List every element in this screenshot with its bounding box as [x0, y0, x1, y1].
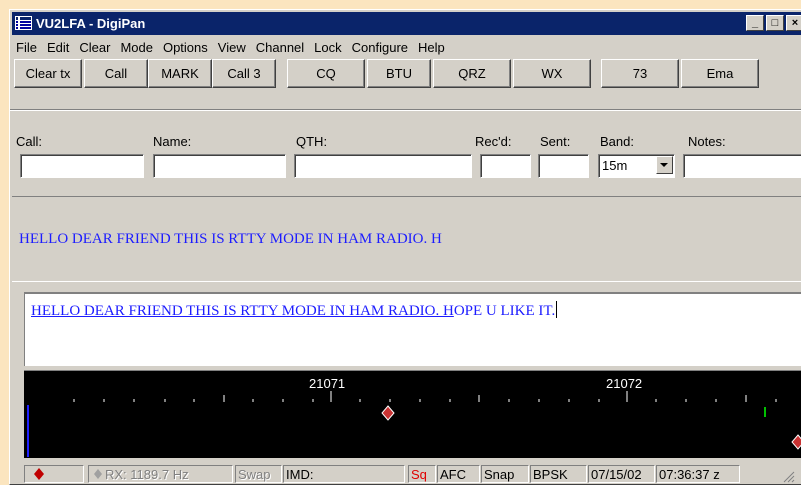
sent-field[interactable]: [538, 154, 589, 178]
notes-label: Notes:: [688, 134, 726, 149]
transmit-pending-text: OPE U LIKE IT.: [453, 303, 556, 319]
receive-pane[interactable]: HELLO DEAR FRIEND THIS IS RTTY MODE IN H…: [12, 196, 801, 282]
qth-label: QTH:: [296, 134, 328, 149]
band-select[interactable]: 15m: [598, 154, 675, 178]
call-button[interactable]: Call: [84, 59, 148, 88]
freq-label-21072: 21072: [606, 376, 642, 391]
sent-label: Sent:: [540, 134, 571, 149]
band-select-value: 15m: [602, 158, 628, 173]
menu-view[interactable]: View: [213, 37, 251, 58]
menu-edit[interactable]: Edit: [42, 37, 74, 58]
afc-toggle[interactable]: AFC: [437, 465, 480, 483]
mode-indicator[interactable]: BPSK: [530, 465, 587, 483]
name-label: Name:: [153, 134, 192, 149]
wx-button[interactable]: WX: [513, 59, 591, 88]
menu-file[interactable]: File: [12, 37, 42, 58]
macro-toolbar: Clear tx Call MARK Call 3 CQ BTU QRZ WX …: [14, 59, 801, 91]
band-label: Band:: [600, 134, 634, 149]
call-3-button[interactable]: Call 3: [212, 59, 276, 88]
status-bar: RX: 1189.7 Hz Swap IMD: Sq AFC Snap BPSK…: [24, 463, 801, 484]
rx-frequency-text: RX: 1189.7 Hz: [105, 467, 189, 482]
name-field[interactable]: [153, 154, 286, 178]
clear-tx-button[interactable]: Clear tx: [14, 59, 82, 88]
qth-field[interactable]: [294, 154, 472, 178]
btu-button[interactable]: BTU: [367, 59, 431, 88]
chevron-down-icon[interactable]: [656, 156, 673, 174]
text-cursor: [556, 301, 558, 318]
digipan-window: VU2LFA - DigiPan _ □ × File Edit Clear Mode…: [9, 9, 801, 485]
frequency-waterfall[interactable]: 21071 21072: [24, 370, 801, 458]
cq-button[interactable]: CQ: [287, 59, 365, 88]
recd-label: Rec'd:: [475, 134, 512, 149]
call-label: Call:: [16, 134, 43, 149]
menu-clear[interactable]: Clear: [74, 37, 115, 58]
time-display: 07:36:37 z: [656, 465, 740, 483]
transmit-text: HELLO DEAR FRIEND THIS IS RTTY MODE IN H…: [31, 300, 801, 323]
menu-channel[interactable]: Channel: [251, 37, 309, 58]
channel-indicator[interactable]: [24, 465, 84, 483]
email-button[interactable]: Ema: [681, 59, 759, 88]
swap-button[interactable]: Swap: [235, 465, 282, 483]
notes-field[interactable]: [683, 154, 801, 178]
rx-diamond-icon: [94, 469, 102, 479]
transmit-pane[interactable]: HELLO DEAR FRIEND THIS IS RTTY MODE IN H…: [24, 292, 801, 366]
resize-grip-icon[interactable]: [781, 469, 795, 483]
maximize-button[interactable]: □: [766, 15, 784, 31]
rx-cursor-diamond-icon[interactable]: [381, 405, 395, 421]
squelch-toggle[interactable]: Sq: [408, 465, 436, 483]
freq-label-21071: 21071: [309, 376, 345, 391]
rx-frequency: RX: 1189.7 Hz: [88, 465, 233, 483]
menu-help[interactable]: Help: [413, 37, 450, 58]
imd-readout: IMD:: [283, 465, 405, 483]
menu-lock[interactable]: Lock: [309, 37, 346, 58]
window-title: VU2LFA - DigiPan: [36, 16, 146, 31]
receive-text: HELLO DEAR FRIEND THIS IS RTTY MODE IN H…: [19, 231, 442, 247]
transmit-sent-text: HELLO DEAR FRIEND THIS IS RTTY MODE IN H…: [31, 303, 454, 319]
menu-mode[interactable]: Mode: [115, 37, 158, 58]
frequency-scale: 21071 21072: [27, 376, 801, 457]
mark-button[interactable]: MARK: [148, 59, 212, 88]
tx-cursor-diamond-icon[interactable]: [791, 434, 801, 450]
qrz-button[interactable]: QRZ: [433, 59, 511, 88]
73-button[interactable]: 73: [601, 59, 679, 88]
snap-toggle[interactable]: Snap: [481, 465, 529, 483]
menu-configure[interactable]: Configure: [347, 37, 413, 58]
toolbar-separator: [10, 109, 801, 111]
recd-field[interactable]: [480, 154, 531, 178]
menu-bar: File Edit Clear Mode Options View Channel Lock C…: [12, 37, 801, 58]
date-display: 07/15/02: [588, 465, 655, 483]
call-field[interactable]: [20, 154, 144, 178]
close-button[interactable]: ×: [786, 15, 801, 31]
scale-ticks: [73, 391, 777, 402]
digipan-app-icon: [15, 16, 32, 30]
title-bar: VU2LFA - DigiPan _ □ ×: [12, 12, 801, 35]
menu-options[interactable]: Options: [158, 37, 213, 58]
minimize-button[interactable]: _: [746, 15, 764, 31]
